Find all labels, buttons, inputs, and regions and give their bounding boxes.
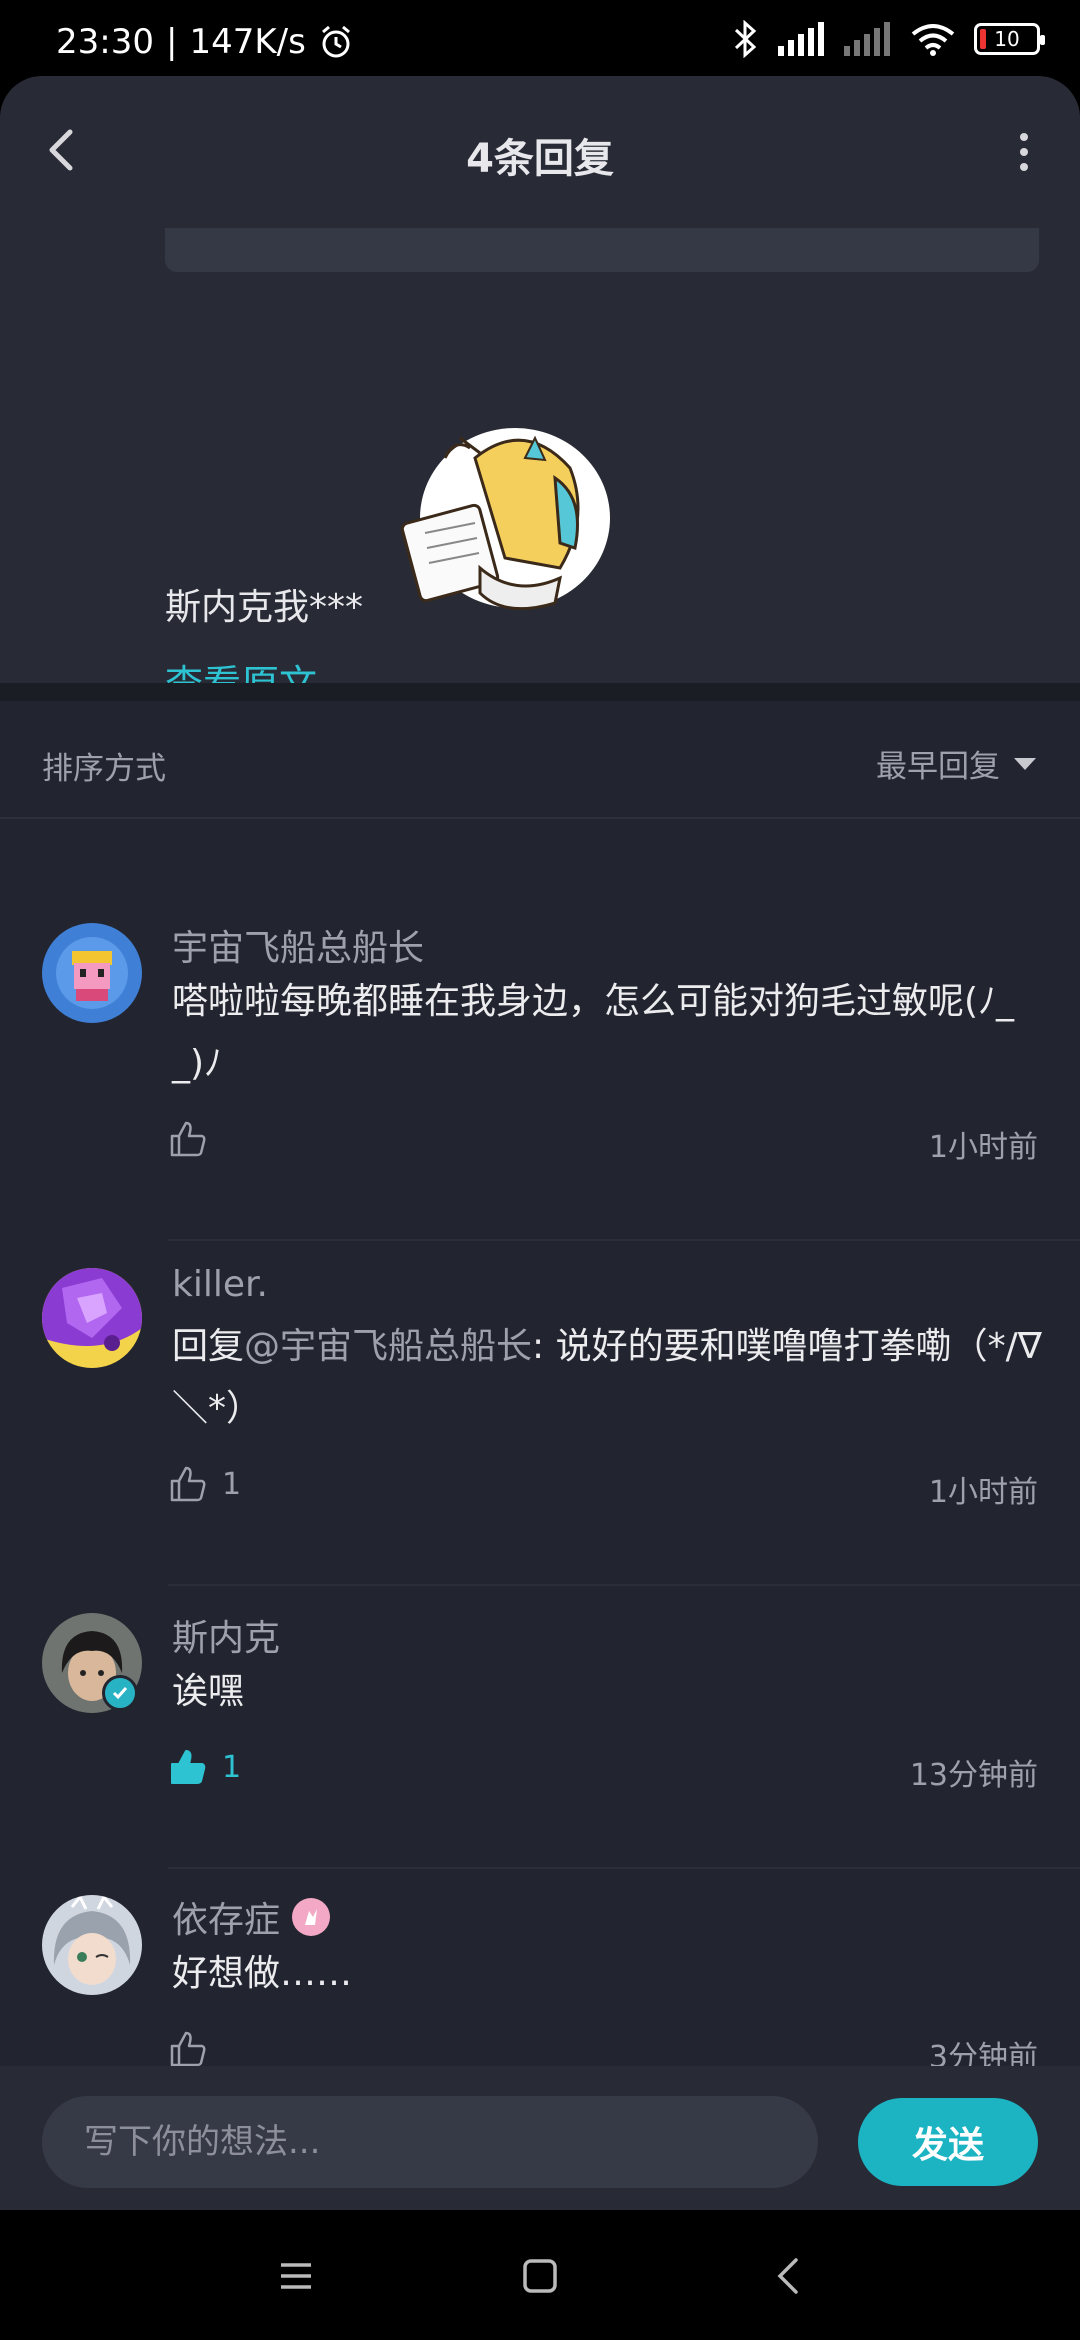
comment-time: 1小时前: [928, 1130, 1038, 1165]
avatar[interactable]: [42, 1268, 142, 1368]
page-title: 4条回复: [466, 136, 614, 182]
wifi-icon: [911, 24, 955, 56]
comment-username[interactable]: killer.: [172, 1264, 268, 1305]
back-triangle-icon: [777, 2258, 798, 2294]
more-dot: [1020, 133, 1028, 141]
section-divider: [0, 683, 1080, 701]
nav-menu-button[interactable]: [266, 2246, 326, 2306]
like-button[interactable]: [168, 1119, 222, 1159]
thumbs-up-filled-icon: [171, 1750, 206, 1784]
pixel-character-avatar: [42, 923, 142, 1023]
comment-username[interactable]: 依存症: [172, 1891, 331, 1943]
original-post: 斯内克我*** 查看原文: [0, 208, 1080, 706]
sort-dropdown[interactable]: 最早回复: [876, 741, 1036, 786]
battery-icon: 10: [974, 23, 1045, 55]
caret-down-icon: [1014, 757, 1036, 770]
replies-sheet: 4条回复 斯内克我*** 查看原文 排序方式 最早回复: [0, 76, 1080, 2206]
like-button[interactable]: [168, 2029, 222, 2069]
username-text: killer.: [172, 1264, 268, 1305]
anime-girl-sticker: [400, 428, 610, 611]
username-text: 斯内克: [172, 1618, 281, 1659]
system-nav-bar: [0, 2210, 1080, 2340]
sort-label: 排序方式: [42, 751, 166, 787]
nav-home-button[interactable]: [510, 2246, 570, 2306]
avatar[interactable]: [42, 1895, 142, 1995]
status-net-speed: 147K/s: [189, 22, 306, 62]
comment-item: killer. 回复@宇宙飞船总船长: 说好的要和噗噜噜打拳嘞（*/∇＼*） 1…: [0, 1164, 1080, 1586]
status-separator: |: [165, 22, 178, 62]
send-button[interactable]: 发送: [858, 2098, 1038, 2186]
comment-text: 嗒啦啦每晚都睡在我身边，怎么可能对狗毛过敏呢(ﾉ_ _)ﾉ: [172, 981, 1015, 1084]
thumbs-up-icon: [170, 2031, 206, 2067]
comment-text: 好想做……: [172, 1953, 353, 1994]
comment-item: 斯内克 诶嘿 1 13分钟前: [0, 1509, 1080, 1869]
anime-girl-avatar: [42, 1895, 142, 1995]
menu-icon: [281, 2263, 311, 2289]
purple-character-avatar: [42, 1268, 142, 1368]
like-button[interactable]: 1: [168, 1464, 241, 1504]
bluetooth-icon: [734, 20, 757, 58]
original-text: 斯内克我***: [165, 587, 364, 628]
like-button[interactable]: 1: [168, 1747, 241, 1787]
comment-input-bar: 发送: [0, 2066, 1080, 2210]
home-square-icon: [523, 2259, 557, 2293]
header: 4条回复: [0, 76, 1080, 228]
status-bar: 23:30 | 147K/s 10: [0, 0, 1080, 80]
comment-username[interactable]: 宇宙飞船总船长: [172, 919, 424, 971]
verified-badge-icon: [102, 1675, 138, 1711]
comment-time: 13分钟前: [909, 1758, 1038, 1793]
comment-item: 依存症 好想做…… 3分钟前: [0, 1791, 1080, 2075]
more-dot: [1020, 148, 1028, 156]
comment-input[interactable]: [42, 2096, 818, 2188]
comment-text: 诶嘿: [172, 1671, 245, 1712]
signal-weak-icon: [844, 22, 890, 56]
avatar[interactable]: [42, 923, 142, 1023]
fan-badge-icon: [292, 1898, 331, 1936]
alarm-icon: [321, 25, 350, 58]
comment-item: 宇宙飞船总船长 嗒啦啦每晚都睡在我身边，怎么可能对狗毛过敏呢(ﾉ_ _)ﾉ 1小…: [0, 819, 1080, 1241]
reply-prefix: 回复: [172, 1326, 245, 1367]
status-right: 10: [730, 20, 1045, 58]
more-menu-button[interactable]: [996, 122, 1052, 182]
like-count: 1: [222, 1466, 242, 1502]
mention-link[interactable]: @宇宙飞船总船长: [244, 1326, 532, 1367]
comment-time: 1小时前: [928, 1475, 1038, 1510]
signal-icon: [778, 22, 824, 56]
like-count: 1: [222, 1749, 242, 1785]
comment-username[interactable]: 斯内克: [172, 1609, 280, 1661]
username-text: 依存症: [172, 1900, 281, 1941]
sort-row: 排序方式 最早回复: [0, 701, 1080, 819]
thumbs-up-icon: [170, 1466, 206, 1502]
comment-text: 回复@宇宙飞船总船长: 说好的要和噗噜噜打拳嘞（*/∇＼*）: [172, 1316, 1042, 1440]
nav-back-button[interactable]: [758, 2246, 818, 2306]
sort-value: 最早回复: [876, 749, 1000, 785]
more-dot: [1020, 163, 1028, 171]
battery-level: 10: [994, 27, 1020, 51]
status-time: 23:30: [56, 22, 154, 62]
status-left: 23:30 | 147K/s: [56, 22, 354, 62]
username-text: 宇宙飞船总船长: [172, 928, 425, 969]
thumbs-up-icon: [170, 1121, 206, 1157]
